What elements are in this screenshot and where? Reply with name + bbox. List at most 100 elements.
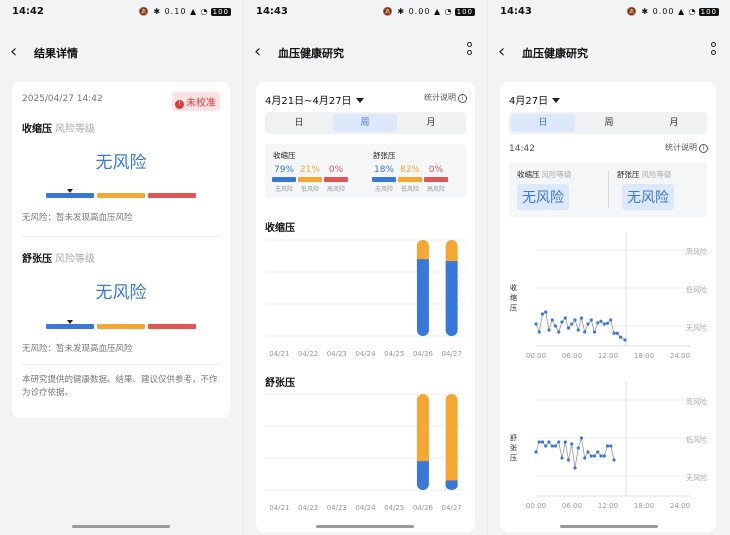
data-point	[553, 444, 558, 448]
date-picker[interactable]: 4月27日	[509, 92, 561, 107]
status-bar: 14:43 🔕 ✱ 0.00 ▲ ◔ 100	[256, 6, 475, 20]
systolic-label: 收缩压	[517, 170, 540, 179]
tab-month[interactable]: 月	[643, 114, 705, 132]
stats-explain-link[interactable]: 统计说明 i	[665, 142, 708, 153]
x-tick-label: 04/25	[384, 504, 404, 512]
result-card: 2025/04/27 14:42 ! 未校准 收缩压 风险等级 无风险 无风险：暂未…	[12, 82, 230, 418]
data-point	[602, 454, 606, 458]
home-indicator[interactable]	[316, 525, 414, 528]
date-range-label: 4月21日~4月27日	[265, 96, 352, 107]
data-point	[566, 458, 571, 462]
date-label: 4月27日	[509, 96, 549, 107]
data-point	[583, 456, 587, 460]
data-point	[537, 330, 541, 334]
back-arrow-icon[interactable]: ‹	[498, 42, 518, 62]
diastolic-chart-title: 舒张压	[265, 378, 295, 389]
risk-level-label: 高风险	[686, 397, 707, 406]
period-tabs: 日 周 月	[265, 112, 466, 134]
status-bar: 14:42 🔕 ✱ 0.10 ▲ ◔ 100	[12, 6, 231, 20]
data-point	[599, 454, 603, 458]
data-point	[576, 328, 580, 332]
data-point	[566, 326, 571, 330]
network-speed: 0.10	[164, 7, 187, 16]
systolic-risk-value: 无风险	[95, 153, 147, 173]
uncalibrated-badge[interactable]: ! 未校准	[172, 92, 220, 111]
bar-segment-orange	[445, 394, 458, 487]
systolic-heading: 收缩压 风险等级	[22, 120, 95, 135]
tab-month[interactable]: 月	[399, 114, 463, 132]
measure-time: 14:42	[509, 144, 535, 154]
data-point	[570, 442, 574, 446]
battery-icon: 100	[454, 8, 475, 16]
x-tick-label: 04/27	[442, 350, 462, 358]
network-speed: 0.00	[652, 7, 675, 16]
back-arrow-icon[interactable]: ‹	[10, 42, 30, 62]
risk-seg-low	[97, 324, 145, 329]
x-tick-label: 06:00	[562, 352, 582, 360]
info-icon: i	[458, 94, 467, 103]
data-point	[596, 321, 600, 325]
risk-summary: 收缩压 风险等级 无风险 舒张压 风险等级 无风险	[509, 162, 707, 217]
pct-value: 18%	[373, 165, 394, 175]
screen-result-detail: 14:42 🔕 ✱ 0.10 ▲ ◔ 100 ‹ 结果详情 2025/04/27 …	[0, 0, 243, 535]
back-arrow-icon[interactable]: ‹	[254, 42, 274, 62]
bar-segment-blue-top	[445, 261, 458, 268]
bar-segment-blue-top	[416, 461, 429, 468]
data-point	[615, 331, 619, 335]
battery-icon: 100	[210, 8, 231, 16]
battery-icon: 100	[698, 8, 719, 16]
data-point	[557, 440, 561, 444]
bar-segment-orange	[416, 394, 429, 468]
diastolic-heading: 舒张压 风险等级	[22, 250, 95, 265]
x-tick-label: 04/22	[298, 504, 318, 512]
x-tick-label: 00:00	[526, 352, 546, 360]
alert-icon: !	[175, 100, 184, 109]
explain-label: 统计说明	[424, 93, 456, 102]
data-point	[599, 319, 603, 323]
data-point	[592, 454, 597, 458]
systolic-label: 收缩压	[273, 151, 296, 160]
y-axis-label: 舒	[510, 433, 517, 442]
diastolic-note: 无风险：暂未发现高血压风险	[22, 344, 133, 354]
data-point	[609, 444, 613, 448]
diastolic-label: 舒张压	[22, 254, 52, 265]
home-indicator[interactable]	[72, 525, 170, 528]
data-point	[540, 440, 545, 444]
data-point	[612, 331, 616, 335]
x-tick-label: 04/23	[327, 504, 347, 512]
systolic-risk-bar	[46, 193, 196, 198]
risk-seg-none	[46, 324, 94, 329]
home-indicator[interactable]	[560, 525, 658, 528]
data-point	[605, 444, 610, 448]
pct-bar	[272, 177, 296, 182]
tab-week[interactable]: 周	[333, 114, 397, 132]
systolic-note: 无风险：暂未发现高血压风险	[22, 213, 133, 223]
diastolic-label: 舒张压	[617, 170, 640, 179]
data-point	[563, 440, 567, 444]
status-time: 14:43	[256, 6, 288, 17]
tab-day[interactable]: 日	[511, 114, 575, 132]
more-options-icon[interactable]	[711, 42, 717, 58]
pct-value: 82%	[399, 165, 420, 175]
data-point	[573, 466, 577, 470]
tab-day[interactable]: 日	[267, 114, 331, 132]
tab-week[interactable]: 周	[577, 114, 641, 132]
divider	[22, 236, 220, 237]
day-card: 4月27日 日 周 月 14:42 统计说明 i 收缩压 风险等级 无风险 舒张压风…	[500, 82, 716, 532]
status-time: 14:42	[12, 6, 44, 17]
dia-none-cell: 18% 无风险	[372, 165, 396, 193]
data-point	[586, 450, 590, 454]
pct-label: 无风险	[374, 186, 393, 193]
date-range-picker[interactable]: 4月21日~4月27日	[265, 92, 364, 107]
more-options-icon[interactable]	[467, 42, 473, 58]
page-title: 血压健康研究	[522, 47, 588, 60]
x-tick-label: 04/22	[298, 350, 318, 358]
dia-low-cell: 82% 低风险	[398, 165, 422, 193]
risk-level-label: 风险等级	[55, 254, 95, 265]
pct-bar	[372, 177, 396, 182]
diastolic-heading: 舒张压 风险等级	[617, 169, 672, 180]
diastolic-bar-chart: 04/21 04/22 04/23 04/24 04/25 04/26 04/27	[265, 393, 466, 512]
systolic-percent-group: 收缩压	[273, 150, 296, 161]
risk-seg-none	[46, 193, 94, 198]
stats-explain-link[interactable]: 统计说明 i	[424, 92, 467, 103]
